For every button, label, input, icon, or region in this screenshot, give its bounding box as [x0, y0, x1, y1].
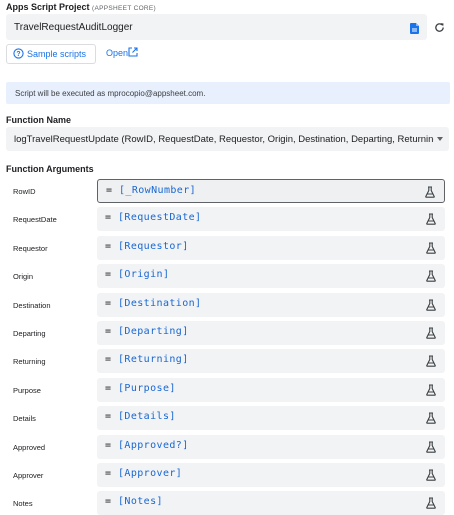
project-section-label: Apps Script Project (APPSHEET CORE) [6, 2, 156, 12]
execution-info-text: Script will be executed as mprocopio@app… [15, 89, 206, 98]
argument-name: Approved [13, 443, 46, 452]
argument-row: Notes = [Notes] [0, 491, 454, 515]
argument-expression: [Approver] [118, 468, 183, 479]
equals-sign: = [106, 185, 113, 196]
argument-row: Returning = [Returning] [0, 349, 454, 373]
project-file-name: TravelRequestAuditLogger [14, 22, 133, 33]
flask-icon[interactable] [426, 383, 436, 401]
argument-expression: [Requestor] [118, 241, 189, 252]
argument-expression-field[interactable]: = [Purpose] [97, 378, 445, 402]
execution-info-banner: Script will be executed as mprocopio@app… [6, 82, 450, 104]
argument-name: Notes [13, 499, 33, 508]
function-name-label: Function Name [6, 115, 72, 125]
argument-name: Approver [13, 471, 44, 480]
argument-expression: [Purpose] [118, 383, 176, 394]
argument-name: RequestDate [13, 215, 57, 224]
argument-row: Details = [Details] [0, 406, 454, 430]
argument-expression: [Approved?] [118, 440, 189, 451]
argument-row: Requestor = [Requestor] [0, 236, 454, 260]
equals-sign: = [105, 241, 112, 252]
argument-name: Purpose [13, 386, 41, 395]
argument-expression: [Notes] [118, 496, 163, 507]
argument-expression-field[interactable]: = [Destination] [97, 293, 445, 317]
flask-icon[interactable] [426, 496, 436, 514]
svg-text:?: ? [16, 51, 20, 58]
equals-sign: = [105, 326, 112, 337]
open-in-new-icon [128, 47, 138, 57]
project-file-field[interactable]: TravelRequestAuditLogger [6, 14, 427, 40]
argument-expression-field[interactable]: = [Departing] [97, 321, 445, 345]
equals-sign: = [105, 354, 112, 365]
equals-sign: = [105, 411, 112, 422]
flask-icon[interactable] [425, 185, 435, 203]
argument-row: Origin = [Origin] [0, 264, 454, 288]
argument-name: Returning [13, 357, 46, 366]
equals-sign: = [105, 212, 112, 223]
equals-sign: = [105, 298, 112, 309]
project-label-sub: (APPSHEET CORE) [92, 5, 157, 12]
flask-icon[interactable] [426, 298, 436, 316]
argument-expression-field[interactable]: = [Returning] [97, 349, 445, 373]
argument-expression: [Details] [118, 411, 176, 422]
argument-expression-field[interactable]: = [_RowNumber] [97, 179, 445, 203]
argument-expression: [Origin] [118, 269, 170, 280]
equals-sign: = [105, 496, 112, 507]
argument-name: Details [13, 414, 36, 423]
flask-icon[interactable] [426, 269, 436, 287]
argument-name: Departing [13, 329, 46, 338]
equals-sign: = [105, 383, 112, 394]
argument-row: Purpose = [Purpose] [0, 378, 454, 402]
sample-scripts-button[interactable]: ? Sample scripts [6, 44, 96, 64]
argument-expression-field[interactable]: = [Approver] [97, 463, 445, 487]
argument-expression: [RequestDate] [118, 212, 202, 223]
refresh-icon[interactable] [434, 20, 445, 38]
argument-expression: [Departing] [118, 326, 189, 337]
open-link[interactable]: Open [106, 47, 138, 58]
argument-expression-field[interactable]: = [Approved?] [97, 435, 445, 459]
open-label: Open [106, 48, 129, 58]
argument-row: Approver = [Approver] [0, 463, 454, 487]
equals-sign: = [105, 269, 112, 280]
flask-icon[interactable] [426, 326, 436, 344]
project-label-text: Apps Script Project [6, 2, 90, 12]
flask-icon[interactable] [426, 354, 436, 372]
argument-row: Destination = [Destination] [0, 293, 454, 317]
sample-scripts-label: Sample scripts [27, 49, 87, 59]
chevron-down-icon [437, 137, 443, 141]
flask-icon[interactable] [426, 411, 436, 429]
function-name-value: logTravelRequestUpdate (RowID, RequestDa… [14, 134, 434, 145]
argument-name: RowID [13, 187, 36, 196]
file-icon[interactable] [410, 21, 419, 39]
argument-expression: [Destination] [118, 298, 202, 309]
equals-sign: = [105, 468, 112, 479]
argument-expression-field[interactable]: = [Requestor] [97, 236, 445, 260]
argument-row: Departing = [Departing] [0, 321, 454, 345]
argument-row: RowID = [_RowNumber] [0, 179, 454, 203]
argument-row: RequestDate = [RequestDate] [0, 207, 454, 231]
flask-icon[interactable] [426, 212, 436, 230]
flask-icon[interactable] [426, 241, 436, 259]
argument-expression: [Returning] [118, 354, 189, 365]
argument-expression-field[interactable]: = [RequestDate] [97, 207, 445, 231]
argument-row: Approved = [Approved?] [0, 435, 454, 459]
argument-expression-field[interactable]: = [Notes] [97, 491, 445, 515]
argument-name: Destination [13, 301, 51, 310]
help-icon: ? [13, 48, 24, 59]
argument-name: Origin [13, 272, 34, 281]
flask-icon[interactable] [426, 468, 436, 486]
equals-sign: = [105, 440, 112, 451]
argument-expression-field[interactable]: = [Origin] [97, 264, 445, 288]
function-name-select[interactable]: logTravelRequestUpdate (RowID, RequestDa… [6, 127, 449, 151]
argument-expression-field[interactable]: = [Details] [97, 406, 445, 430]
function-arguments-label: Function Arguments [6, 164, 94, 174]
argument-name: Requestor [13, 244, 48, 253]
flask-icon[interactable] [426, 440, 436, 458]
argument-expression: [_RowNumber] [119, 185, 197, 196]
